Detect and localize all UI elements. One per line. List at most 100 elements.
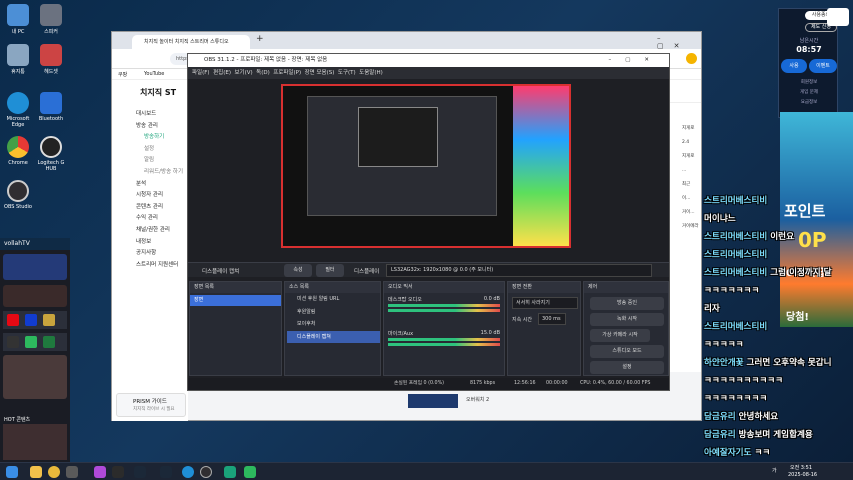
bookmark-coupang[interactable]: 쿠팡	[118, 71, 127, 78]
menu-rewards[interactable]: 리워드/방송 하기	[136, 167, 183, 179]
menu-go-live[interactable]: 방송하기	[136, 132, 183, 144]
close-panel-icon[interactable]	[827, 8, 849, 26]
menu-notice[interactable]: 공지사항	[136, 248, 183, 260]
start-icon[interactable]	[6, 466, 18, 478]
settings-button[interactable]: 설정	[590, 361, 664, 374]
obs-taskbar-icon[interactable]	[200, 466, 212, 478]
menu-analytics[interactable]: 분석	[136, 179, 183, 191]
chat-username[interactable]: 아예잘자기도	[704, 448, 751, 458]
obs-icon[interactable]: OBS Studio	[1, 180, 35, 210]
price-info[interactable]: 요금정보	[781, 99, 837, 105]
headset-icon[interactable]: 헤드셋	[34, 44, 68, 75]
speaker-icon[interactable]: 스피커	[34, 4, 68, 35]
properties-button[interactable]: 속성	[284, 264, 312, 277]
transition-select[interactable]: 서서히 사라지기	[512, 297, 578, 309]
menu-view[interactable]: 보기(V)	[234, 70, 252, 76]
menu-broadcast[interactable]: 방송 관리	[136, 121, 183, 133]
edge-icon[interactable]: Microsoft Edge	[1, 92, 35, 128]
display-select[interactable]: LS32AG32x: 1920x1080 @ 0.0 (주 모니터)	[386, 264, 652, 277]
obs-window-controls[interactable]: –▢✕	[608, 54, 663, 67]
my-pc-icon[interactable]: 내 PC	[1, 4, 35, 35]
explorer-icon[interactable]	[30, 466, 42, 478]
menu-settings[interactable]: 설정	[136, 144, 183, 156]
overwatch-thumb[interactable]	[408, 394, 458, 408]
menu-tools[interactable]: 도구(T)	[338, 70, 356, 76]
profile-avatar[interactable]	[686, 53, 697, 64]
edge-taskbar-icon[interactable]	[182, 466, 194, 478]
stream-button[interactable]: 방송 중인	[590, 297, 664, 310]
record-button[interactable]: 녹화 시작	[590, 313, 664, 326]
site-logo[interactable]: 치지직 ST	[140, 87, 176, 98]
use-button[interactable]: 사용	[781, 59, 807, 73]
menu-file[interactable]: 파일(F)	[192, 70, 210, 76]
steam-icon[interactable]	[134, 466, 146, 478]
chat-line: ㅋㅋㅋㅋㅋㅋㅋ	[704, 284, 759, 296]
active-tab[interactable]: 치지직 놀이터 치지직 스트리머 스튜디오	[132, 35, 250, 49]
app-taskbar-icon[interactable]	[112, 466, 124, 478]
chat-username[interactable]: 스트리머베스티비	[704, 268, 767, 278]
filters-button[interactable]: 필터	[316, 264, 344, 277]
app-taskbar-icon[interactable]	[66, 466, 78, 478]
app-icon[interactable]	[25, 336, 37, 348]
recycle-bin-icon[interactable]: 휴지통	[1, 44, 35, 75]
menu-profile[interactable]: 프로파일(P)	[273, 70, 301, 76]
scene-item[interactable]: 장면	[190, 295, 281, 306]
menu-revenue[interactable]: 수익 관리	[136, 213, 183, 225]
new-tab-button[interactable]: +	[256, 34, 264, 44]
bookmark-youtube[interactable]: YouTube	[144, 71, 164, 77]
steam-icon[interactable]	[160, 466, 172, 478]
promo-tile[interactable]	[3, 355, 67, 399]
chat-username[interactable]: 스트리머베스티비	[704, 322, 767, 332]
clock-time[interactable]: 오전 3:51	[790, 464, 812, 471]
chat-username[interactable]: 하얀안개꽃	[704, 358, 744, 368]
menu-channel[interactable]: 채널/권한 관리	[136, 225, 183, 237]
preview-canvas[interactable]	[281, 84, 571, 248]
app-taskbar-icon[interactable]	[224, 466, 236, 478]
menu-support[interactable]: 스트리머 지원센터	[136, 260, 183, 272]
hot-thumb[interactable]	[3, 424, 67, 460]
bluetooth-icon[interactable]: Bluetooth	[34, 92, 68, 122]
menu-dashboard[interactable]: 대시보드	[136, 109, 183, 121]
chat-username[interactable]: 스트리머베스티비	[704, 250, 767, 260]
menu-help[interactable]: 도움말(H)	[359, 70, 383, 76]
game-issue[interactable]: 게임 문제	[781, 89, 837, 95]
game-tile[interactable]	[3, 285, 67, 307]
lang-indicator[interactable]: 가	[772, 467, 777, 474]
nested-preview-inner	[358, 107, 438, 167]
chat-username[interactable]: 담금유리	[704, 412, 736, 422]
source-item-selected[interactable]: 디스플레이 캡쳐	[287, 330, 380, 344]
chrome-taskbar-icon[interactable]	[48, 466, 60, 478]
event-button[interactable]: 이벤트	[809, 59, 837, 73]
source-item[interactable]: 미션 후원 알림 URL	[297, 293, 380, 306]
sources-panel: 소스 목록 미션 후원 알림 URL 후원알림 보이후처 디스플레이 캡쳐	[284, 281, 381, 376]
chzzk-icon[interactable]	[43, 314, 55, 326]
member-info[interactable]: 회원정보	[781, 79, 837, 85]
menu-scene-collection[interactable]: 장면 모음(S)	[305, 70, 335, 76]
menu-content[interactable]: 콘텐츠 관리	[136, 202, 183, 214]
ghub-icon[interactable]: Logitech G HUB	[34, 136, 68, 172]
window-controls[interactable]: –▢✕	[657, 34, 701, 50]
play-store-icon[interactable]	[43, 336, 55, 348]
source-item[interactable]: 보이후처	[297, 318, 380, 331]
chrome-icon[interactable]: Chrome	[1, 136, 35, 166]
netflix-icon[interactable]	[7, 314, 19, 326]
disney-icon[interactable]	[25, 314, 37, 326]
duration-input[interactable]: 300 ms	[538, 313, 566, 325]
chat-username[interactable]: 담금유리	[704, 430, 736, 440]
menu-alerts[interactable]: 알림	[136, 155, 183, 167]
menu-edit[interactable]: 편집(E)	[213, 70, 231, 76]
studio-mode-button[interactable]: 스튜디오 모드	[590, 345, 664, 358]
prism-guide-card[interactable]: PRISM 가이드 치지직 라이브 시 필요	[116, 393, 186, 417]
virtual-camera-button[interactable]: 가상 카메라 시작	[590, 329, 650, 342]
chat-username[interactable]: 스트리머베스티비	[704, 232, 767, 242]
source-item[interactable]: 후원알림	[297, 306, 380, 319]
chat-line: 머이냐느	[704, 212, 736, 224]
kbs-tile[interactable]	[3, 254, 67, 280]
app-taskbar-icon[interactable]	[244, 466, 256, 478]
app-taskbar-icon[interactable]	[94, 466, 106, 478]
menu-viewers[interactable]: 시청자 관리	[136, 190, 183, 202]
app-icon[interactable]	[7, 336, 19, 348]
menu-my-info[interactable]: 내정보	[136, 237, 183, 249]
chat-username[interactable]: 스트리머베스티비	[704, 196, 767, 206]
menu-docks[interactable]: 독(D)	[256, 70, 270, 76]
